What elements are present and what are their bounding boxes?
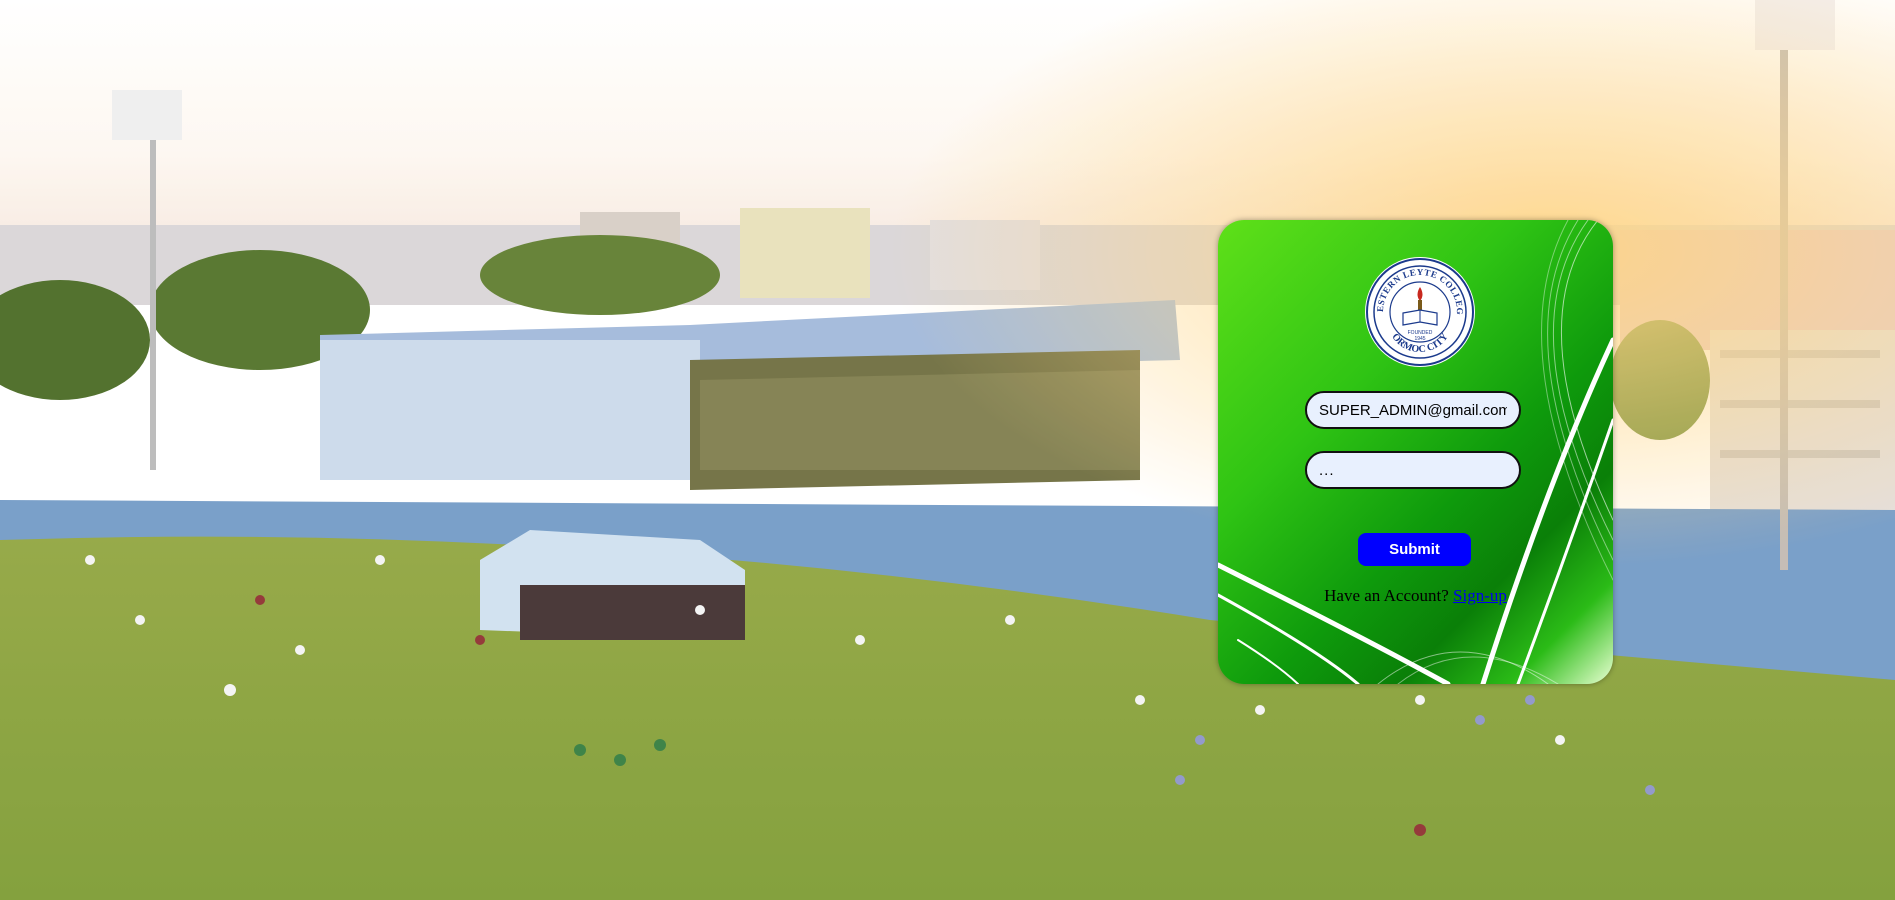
account-prompt-line: Have an Account? Sign-up	[1218, 586, 1613, 606]
login-card: WESTERN LEYTE COLLEGE ORMOC CITY FOUNDED…	[1218, 220, 1613, 684]
signup-link[interactable]: Sign-up	[1453, 586, 1507, 605]
email-field[interactable]	[1305, 391, 1521, 429]
seal-year-label: 1945	[1414, 336, 1425, 342]
college-seal-icon: WESTERN LEYTE COLLEGE ORMOC CITY FOUNDED…	[1365, 257, 1475, 367]
account-prompt-text: Have an Account?	[1324, 586, 1449, 605]
submit-button[interactable]: Submit	[1358, 533, 1471, 566]
password-field[interactable]	[1305, 451, 1521, 489]
